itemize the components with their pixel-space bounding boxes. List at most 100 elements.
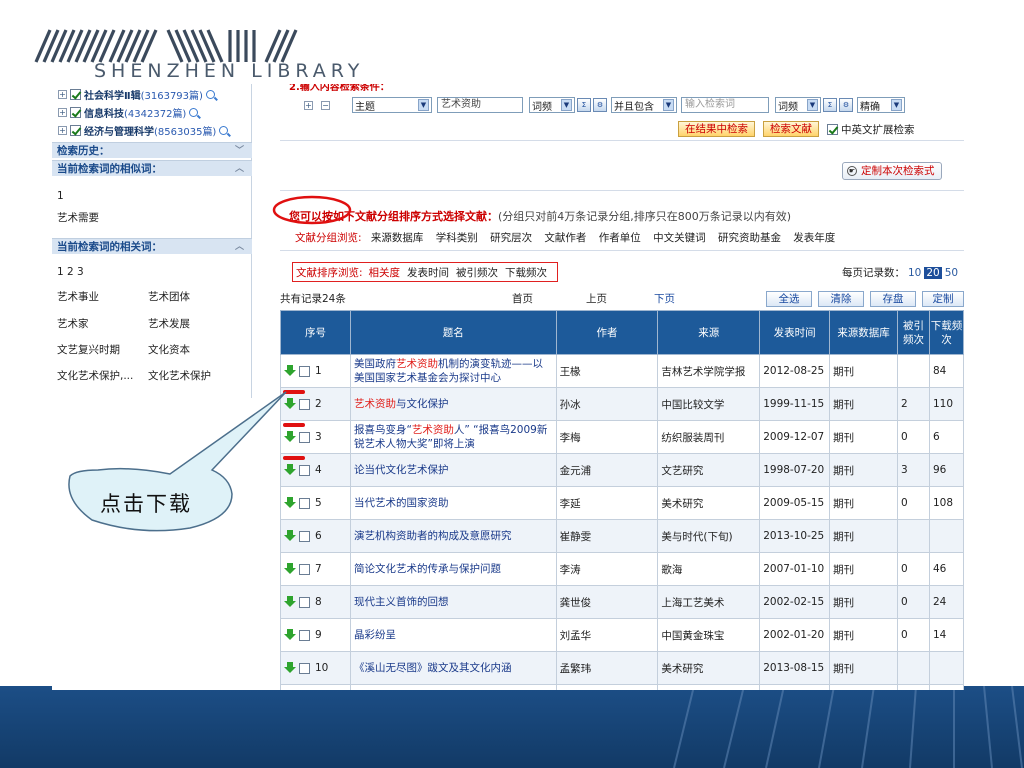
chevron-down-icon[interactable]: ﹀: [235, 143, 244, 159]
prev-page-link[interactable]: 上页: [586, 291, 607, 306]
row-author[interactable]: 李梅: [555, 420, 659, 454]
clear-button[interactable]: 清除: [818, 291, 864, 307]
download-icon[interactable]: [284, 398, 296, 410]
tree-item-economics[interactable]: + 经济与管理科学 (8563035篇): [58, 122, 229, 138]
row-source[interactable]: 美术研究: [657, 486, 761, 520]
table-row[interactable]: 4 论当代文化艺术保护 金元浦 文艺研究 1998-07-20 期刊 3 96: [280, 453, 964, 487]
row-checkbox[interactable]: [299, 431, 310, 443]
row-author[interactable]: 金元浦: [555, 453, 659, 487]
freq-select-1[interactable]: 词频 ▼: [529, 97, 575, 113]
row-author[interactable]: 王椽: [555, 354, 659, 388]
col-header[interactable]: 来源数据库: [829, 310, 899, 355]
remove-row-icon[interactable]: −: [321, 100, 330, 110]
expand-icon[interactable]: +: [58, 125, 67, 135]
row-title[interactable]: 演艺机构资助者的构成及意愿研究: [349, 519, 557, 553]
sort-link[interactable]: 发表时间: [407, 265, 449, 280]
operator-icon[interactable]: Σ: [823, 98, 837, 112]
group-link[interactable]: 研究资助基金: [718, 232, 781, 244]
expand-icon[interactable]: +: [58, 89, 67, 99]
expand-checkbox[interactable]: [827, 123, 838, 135]
related-word-link[interactable]: 文艺复兴时期: [57, 342, 120, 357]
group-link[interactable]: 研究层次: [490, 232, 532, 244]
row-title[interactable]: 当代艺术的国家资助: [349, 486, 557, 520]
sort-link[interactable]: 下载频次: [505, 265, 547, 280]
checkbox-icon[interactable]: [70, 106, 81, 118]
row-checkbox[interactable]: [299, 464, 310, 476]
row-checkbox[interactable]: [299, 563, 310, 575]
group-link[interactable]: 学科类别: [436, 232, 478, 244]
row-source[interactable]: 中国比较文学: [657, 387, 761, 421]
sort-relevance-link[interactable]: 相关度: [369, 265, 401, 280]
download-icon[interactable]: [284, 464, 296, 476]
table-row[interactable]: 5 当代艺术的国家资助 李延 美术研究 2009-05-15 期刊 0 108: [280, 486, 964, 520]
row-checkbox[interactable]: [299, 365, 310, 377]
row-checkbox[interactable]: [299, 629, 310, 641]
row-title[interactable]: 简论文化艺术的传承与保护问题: [349, 552, 557, 586]
row-title[interactable]: 音乐会在线: [349, 684, 557, 690]
per-page-option[interactable]: 50: [945, 267, 958, 279]
related-word-link[interactable]: 艺术事业: [57, 289, 99, 304]
table-row[interactable]: 3 报喜鸟变身“艺术资助人” “报喜鸟2009新锐艺术人物大奖”即将上演 李梅 纺织服…: [280, 420, 964, 454]
row-author[interactable]: 孟繁玮: [555, 651, 659, 685]
similar-page-numbers[interactable]: 1: [57, 190, 64, 202]
per-page-option[interactable]: 10: [908, 267, 921, 279]
row-author[interactable]: 孙冰: [555, 387, 659, 421]
search-documents-button[interactable]: 检索文献: [763, 121, 819, 137]
row-source[interactable]: 歌海: [657, 552, 761, 586]
group-link[interactable]: 作者单位: [599, 232, 641, 244]
row-author[interactable]: 龚世俊: [555, 585, 659, 619]
row-author[interactable]: 甫甫: [555, 684, 659, 690]
logic-select[interactable]: 并且包含 ▼: [611, 97, 677, 113]
table-row[interactable]: 1 美国政府艺术资助机制的演变轨迹——以美国国家艺术基金会为探讨中心 王椽 吉林艺术学…: [280, 354, 964, 388]
row-title[interactable]: 美国政府艺术资助机制的演变轨迹——以美国国家艺术基金会为探讨中心: [349, 354, 557, 388]
table-row[interactable]: 9 晶彩纷呈 刘孟华 中国黄金珠宝 2002-01-20 期刊 0 14: [280, 618, 964, 652]
related-page-numbers[interactable]: 1 2 3: [57, 266, 84, 278]
row-title[interactable]: 晶彩纷呈: [349, 618, 557, 652]
row-title[interactable]: 现代主义首饰的回想: [349, 585, 557, 619]
col-header[interactable]: 作者: [555, 310, 659, 355]
group-link[interactable]: 文献作者: [544, 232, 586, 244]
col-header[interactable]: 被引频次: [897, 310, 930, 355]
related-word-link[interactable]: 艺术发展: [148, 316, 190, 331]
history-header[interactable]: 检索历史： ﹀: [52, 142, 252, 158]
related-word-link[interactable]: 艺术家: [57, 316, 89, 331]
next-page-link[interactable]: 下页: [654, 291, 675, 306]
customize-query-button[interactable]: ☛ 定制本次检索式: [842, 162, 942, 180]
search-icon[interactable]: [219, 125, 229, 135]
related-word-link[interactable]: 文化艺术保护: [148, 368, 211, 383]
row-source[interactable]: 上海工艺美术: [657, 585, 761, 619]
row-title[interactable]: 《溪山无尽图》跋文及其文化内涵: [349, 651, 557, 685]
search-input-2[interactable]: 输入检索词: [681, 97, 769, 113]
row-checkbox[interactable]: [299, 596, 310, 608]
search-icon[interactable]: [205, 89, 215, 99]
download-icon[interactable]: [284, 596, 296, 608]
expand-icon[interactable]: +: [58, 107, 67, 117]
row-source[interactable]: 中国黄金珠宝: [657, 618, 761, 652]
related-word-link[interactable]: 文化资本: [148, 342, 190, 357]
group-link[interactable]: 中文关键词: [653, 232, 706, 244]
row-source[interactable]: 吉林艺术学院学报: [657, 354, 761, 388]
chevron-up-icon[interactable]: ︿: [235, 161, 244, 177]
settings-icon[interactable]: ⚙: [593, 98, 607, 112]
chevron-up-icon[interactable]: ︿: [235, 239, 244, 255]
download-icon[interactable]: [284, 497, 296, 509]
col-header[interactable]: 题名: [349, 310, 557, 355]
tree-item-social-science[interactable]: + 社会科学Ⅱ辑 (3163793篇): [58, 86, 215, 102]
row-title[interactable]: 报喜鸟变身“艺术资助人” “报喜鸟2009新锐艺术人物大奖”即将上演: [349, 420, 557, 454]
checkbox-icon[interactable]: [70, 124, 81, 136]
related-word-link[interactable]: 文化艺术保护,...: [57, 368, 133, 383]
similar-word-link[interactable]: 艺术需要: [57, 210, 99, 225]
download-icon[interactable]: [284, 365, 296, 377]
table-row[interactable]: 8 现代主义首饰的回想 龚世俊 上海工艺美术 2002-02-15 期刊 0 24: [280, 585, 964, 619]
table-row[interactable]: 2 艺术资助与文化保护 孙冰 中国比较文学 1999-11-15 期刊 2 110: [280, 387, 964, 421]
settings-icon[interactable]: ⚙: [839, 98, 853, 112]
row-author[interactable]: 刘孟华: [555, 618, 659, 652]
save-button[interactable]: 存盘: [870, 291, 916, 307]
search-in-results-button[interactable]: 在结果中检索: [678, 121, 755, 137]
col-header[interactable]: 来源: [657, 310, 761, 355]
row-checkbox[interactable]: [299, 530, 310, 542]
row-checkbox[interactable]: [299, 497, 310, 509]
col-header[interactable]: 下载频次: [928, 310, 964, 355]
similar-words-header[interactable]: 当前检索词的相似词： ︿: [52, 160, 252, 176]
download-icon[interactable]: [284, 563, 296, 575]
